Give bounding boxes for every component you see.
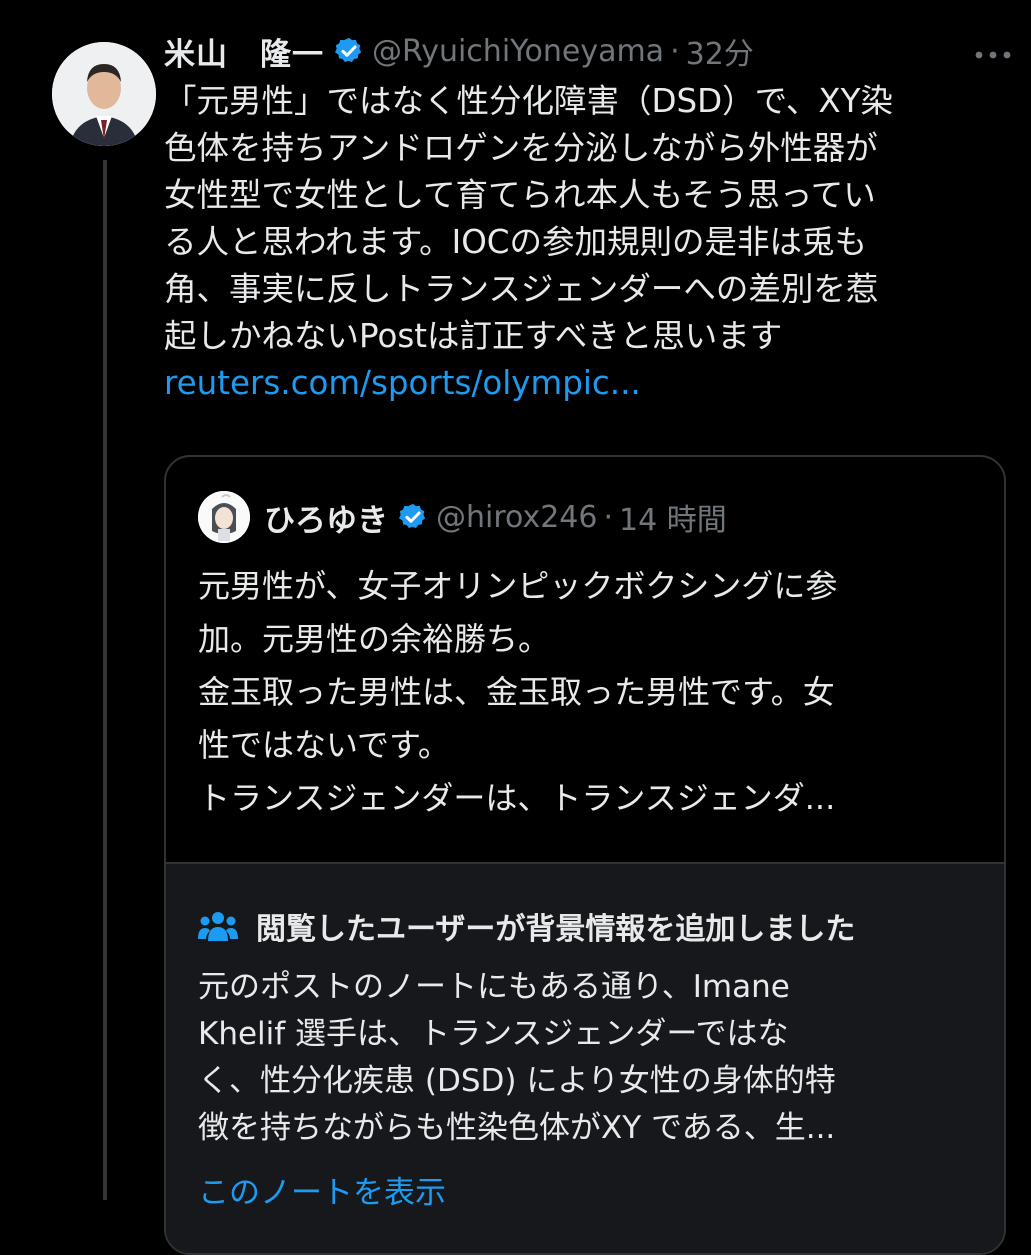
separator: · (603, 499, 614, 535)
author-handle[interactable]: @RyuichiYoneyama (372, 34, 664, 69)
thread-line (103, 160, 107, 1200)
verified-badge-icon (335, 37, 362, 62)
quote-text: 元男性が、女子オリンピックボクシングに参 加。元男性の余裕勝ち。 金玉取った男性… (198, 567, 838, 817)
avatar-photo (52, 42, 156, 146)
separator: · (670, 33, 680, 69)
post-timestamp[interactable]: 32分 (686, 29, 754, 73)
people-icon (198, 912, 238, 941)
quote-author-name[interactable]: ひろゆき (264, 495, 388, 540)
post-link[interactable]: reuters.com/sports/olympic... (164, 360, 1017, 407)
more-dots-glyph (975, 51, 1011, 58)
quote-header: ひろゆき @hirox246 · 14 時間 (198, 491, 727, 543)
quote-timestamp[interactable]: 14 時間 (619, 495, 727, 539)
note-title: 閲覧したユーザーが背景情報を追加しました (256, 912, 856, 947)
note-text: 元のポストのノートにもある通り、Imane Khelif 選手は、トランスジェン… (198, 969, 836, 1146)
show-note-link[interactable]: このノートを表示 (198, 1167, 446, 1212)
post[interactable]: 米山 隆一 @RyuichiYoneyama · 32分 「元男性」ではなく性分… (164, 28, 1017, 407)
community-note[interactable]: 閲覧したユーザーが背景情報を追加しました 元のポストのノートにもある通り、Ima… (166, 862, 1004, 1253)
verified-badge-icon (399, 503, 426, 528)
post-header: 米山 隆一 @RyuichiYoneyama · 32分 (164, 28, 1017, 74)
quote-avatar[interactable] (198, 491, 250, 543)
author-name[interactable]: 米山 隆一 (164, 29, 324, 74)
quoted-post[interactable]: ひろゆき @hirox246 · 14 時間 元男性が、女子オリンピックボクシン… (164, 455, 1006, 1255)
author-avatar[interactable] (52, 42, 156, 146)
quote-avatar-illustration (198, 491, 250, 543)
note-title-row: 閲覧したユーザーが背景情報を追加しました (198, 904, 855, 948)
quote-author-handle[interactable]: @hirox246 (436, 500, 597, 535)
post-text: 「元男性」ではなく性分化障害（DSD）で、XY染 色体を持ちアンドロゲンを分泌し… (164, 82, 893, 355)
more-dots-icon[interactable] (973, 34, 1017, 69)
